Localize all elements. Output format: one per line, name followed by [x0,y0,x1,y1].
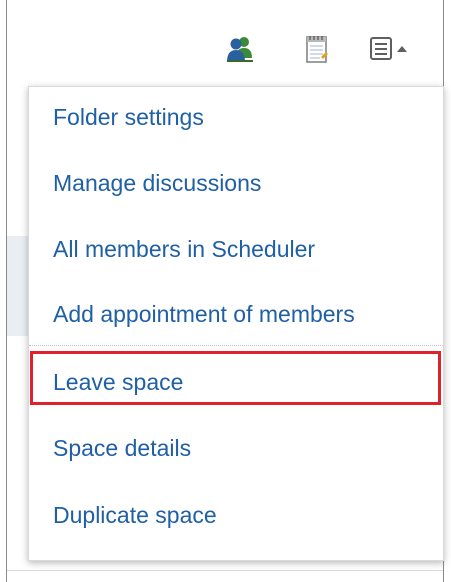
members-icon [227,37,253,62]
menu-separator [29,345,443,346]
menu-item-leave-space[interactable]: Leave space [29,354,443,410]
menu-item-add-appointment-members[interactable]: Add appointment of members [29,286,443,342]
menu-item-space-details[interactable]: Space details [29,420,443,476]
memo-icon [306,36,328,63]
caret-up-icon [397,46,407,52]
menu-item-manage-discussions[interactable]: Manage discussions [29,155,443,211]
options-menu-button[interactable] [367,34,413,64]
memo-button[interactable] [304,34,330,64]
space-toolbar [0,34,451,68]
menu-item-all-members-scheduler[interactable]: All members in Scheduler [29,221,443,277]
menu-item-folder-settings[interactable]: Folder settings [29,89,443,145]
options-dropdown-menu: Folder settings Manage discussions All m… [28,86,444,561]
background-divider [7,570,443,571]
members-button[interactable] [225,34,255,64]
menu-item-duplicate-space[interactable]: Duplicate space [29,487,443,543]
